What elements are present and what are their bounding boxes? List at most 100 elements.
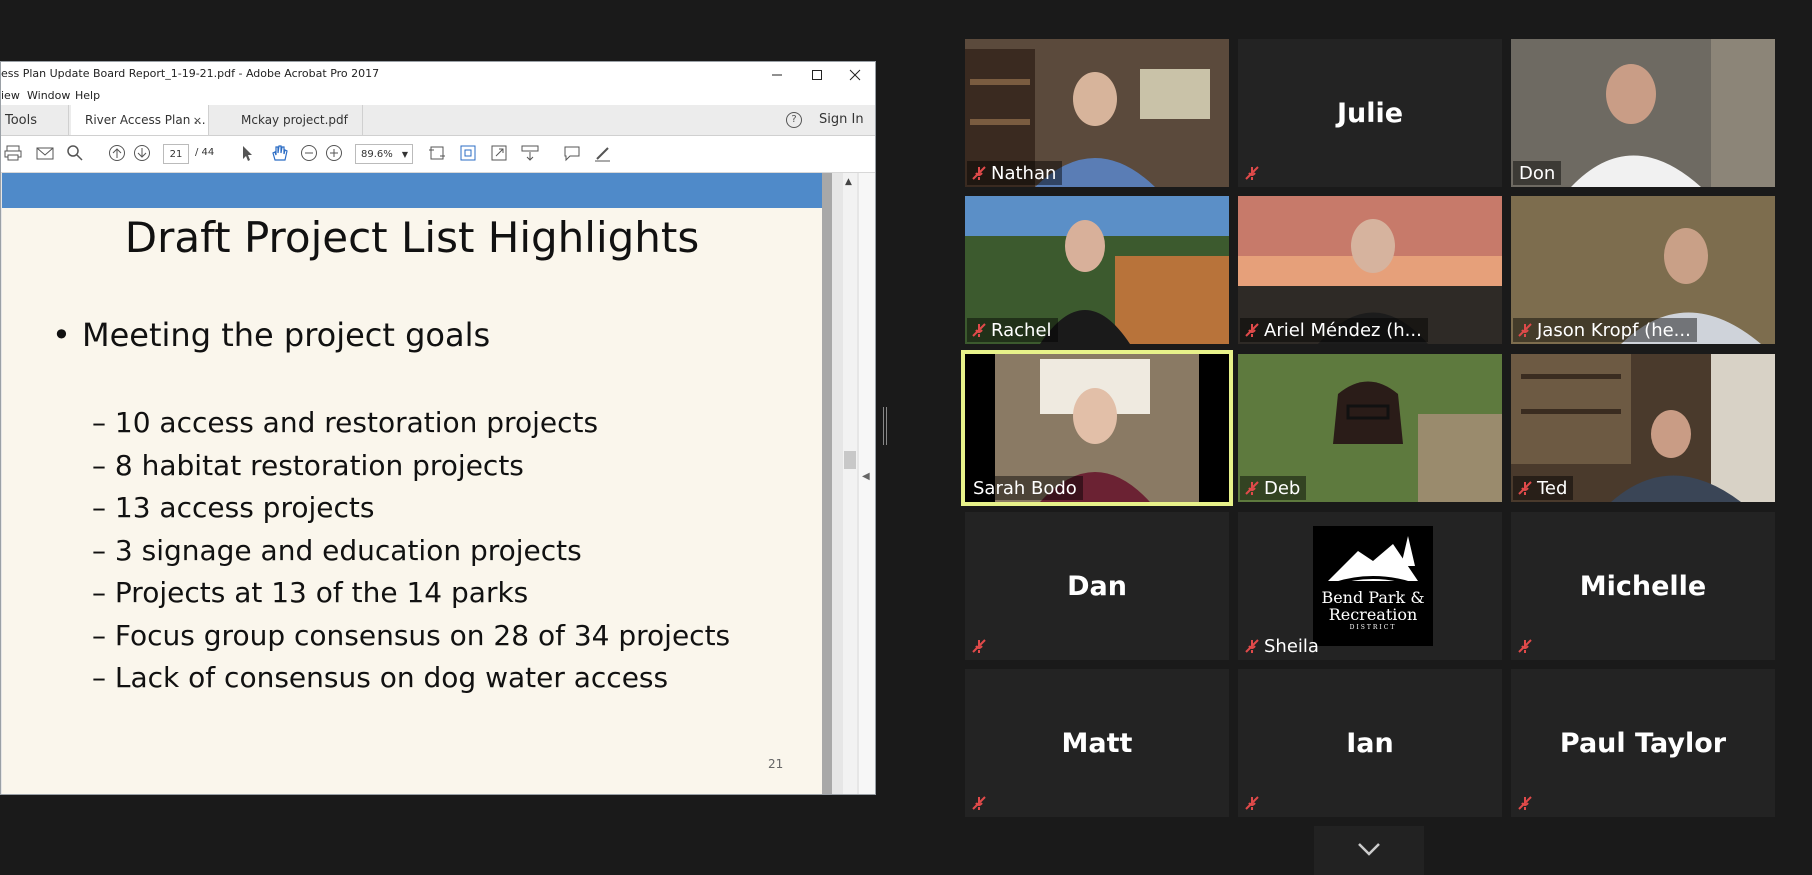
zoom-level-value: 89.6% [361, 149, 393, 160]
show-more-participants-button[interactable] [1314, 826, 1424, 875]
full-screen-icon[interactable] [489, 144, 509, 164]
participant-tile-matt[interactable]: Matt [965, 669, 1229, 817]
muted-mic-icon [967, 320, 991, 340]
document-area: Draft Project List Highlights • Meeting t… [1, 173, 875, 794]
participant-tile-nathan[interactable]: Nathan [965, 39, 1229, 187]
participant-label: Deb [1240, 476, 1307, 500]
slide-page-number: 21 [768, 757, 784, 771]
previous-page-icon[interactable] [107, 144, 127, 164]
logo-line-2: Recreation [1328, 605, 1418, 624]
sub-item: – Projects at 13 of the 14 parks [92, 576, 529, 609]
participant-label: Sheila [1240, 634, 1325, 658]
participant-name: Ariel Méndez (h... [1264, 319, 1422, 341]
scroll-up-icon[interactable]: ▲ [845, 177, 852, 187]
muted-mic-icon [1240, 320, 1264, 340]
page-number-input[interactable]: 21 [163, 144, 189, 164]
tab-bar: Tools River Access Plan ... × Mckay proj… [1, 105, 875, 136]
participant-tile-don[interactable]: Don [1511, 39, 1775, 187]
close-button[interactable] [835, 62, 875, 87]
muted-mic-icon [967, 793, 991, 813]
page-total: / 44 [195, 147, 215, 158]
crop-page-icon[interactable] [427, 144, 447, 164]
screen-share-splitter[interactable] [883, 407, 887, 445]
participant-tile-julie[interactable]: Julie [1238, 39, 1502, 187]
title-bar: ess Plan Update Board Report_1-19-21.pdf… [1, 62, 875, 87]
participant-tile-rachel[interactable]: Rachel [965, 196, 1229, 344]
participant-label [967, 791, 997, 815]
menu-window[interactable]: Window [27, 89, 70, 102]
scroll-mode-icon[interactable] [520, 144, 540, 164]
slide-page: Draft Project List Highlights • Meeting t… [2, 173, 832, 794]
participant-name-large: Michelle [1579, 570, 1707, 602]
sub-item: – 13 access projects [92, 491, 375, 524]
comment-icon[interactable] [562, 144, 582, 164]
select-cursor-icon[interactable] [237, 144, 257, 164]
close-icon [849, 69, 861, 80]
tab-tools[interactable]: Tools [1, 105, 69, 135]
menu-view[interactable]: iew [1, 89, 20, 102]
participant-label [1240, 791, 1270, 815]
participant-tile-sheila[interactable]: Bend Park & Recreation DISTRICT Sheila [1238, 512, 1502, 660]
logo-line-1: Bend Park & [1321, 588, 1425, 607]
fit-page-icon[interactable] [458, 144, 478, 164]
participant-tile-paul-taylor[interactable]: Paul Taylor [1511, 669, 1775, 817]
tab-river-access-plan[interactable]: River Access Plan ... × [71, 105, 209, 135]
participant-label: Ariel Méndez (h... [1240, 318, 1428, 342]
sub-item: – Lack of consensus on dog water access [92, 661, 669, 694]
right-pane-toggle[interactable]: ◀ [859, 173, 875, 794]
chevron-left-icon[interactable]: ◀ [862, 471, 870, 482]
menu-bar: iew Window Help [1, 87, 875, 105]
participant-label [967, 634, 997, 658]
chevron-down-icon: ▼ [401, 150, 408, 159]
slide-title: Draft Project List Highlights [124, 213, 700, 262]
minimize-icon [772, 74, 782, 75]
tab-mckay-project[interactable]: Mckay project.pdf [211, 105, 363, 135]
participant-tile-sarah-bodo[interactable]: Sarah Bodo [961, 350, 1233, 506]
zoom-level-select[interactable]: 89.6% ▼ [355, 144, 413, 164]
participant-tile-ariel[interactable]: Ariel Méndez (h... [1238, 196, 1502, 344]
maximize-button[interactable] [797, 62, 837, 87]
participant-tile-jason[interactable]: Jason Kropf (he... [1511, 196, 1775, 344]
zoom-out-icon[interactable] [299, 144, 319, 164]
participant-label [1513, 634, 1543, 658]
vertical-scrollbar[interactable]: ▲ [843, 173, 857, 794]
bend-park-logo: Bend Park & Recreation DISTRICT [1313, 526, 1433, 646]
participant-label: Don [1513, 161, 1562, 185]
tab-close-icon[interactable]: × [193, 114, 202, 127]
bullet-text: Meeting the project goals [82, 316, 491, 354]
hand-tool-icon[interactable] [269, 144, 289, 164]
participant-name: Jason Kropf (he... [1537, 319, 1691, 341]
participant-tile-michelle[interactable]: Michelle [1511, 512, 1775, 660]
scrollbar-thumb[interactable] [844, 451, 856, 469]
highlight-pen-icon[interactable] [593, 144, 613, 164]
participant-tile-ted[interactable]: Ted [1511, 354, 1775, 502]
bullet-dot: • [52, 316, 71, 354]
muted-mic-icon [1513, 636, 1537, 656]
email-icon[interactable] [35, 144, 55, 164]
sign-in-button[interactable]: Sign In [819, 112, 864, 127]
participant-name: Nathan [991, 162, 1057, 184]
participant-name-large: Julie [1336, 97, 1404, 129]
logo-line-3: DISTRICT [1349, 624, 1397, 631]
participant-tile-dan[interactable]: Dan [965, 512, 1229, 660]
menu-help[interactable]: Help [75, 89, 100, 102]
minimize-button[interactable] [757, 62, 797, 87]
next-page-icon[interactable] [132, 144, 152, 164]
zoom-in-icon[interactable] [324, 144, 344, 164]
toolbar: 21 / 44 89.6% ▼ [1, 136, 875, 173]
help-icon[interactable]: ? [786, 112, 802, 128]
participant-tile-deb[interactable]: Deb [1238, 354, 1502, 502]
muted-mic-icon [1240, 478, 1264, 498]
print-icon[interactable] [3, 144, 23, 164]
participant-name: Ted [1537, 477, 1568, 499]
muted-mic-icon [1240, 163, 1264, 183]
participant-label [1513, 791, 1543, 815]
search-icon[interactable] [65, 144, 85, 164]
chevron-down-icon [1356, 838, 1382, 862]
sub-item: – 8 habitat restoration projects [92, 449, 524, 482]
sub-item: – Focus group consensus on 28 of 34 proj… [92, 619, 731, 652]
participant-name-large: Ian [1346, 727, 1394, 759]
participant-tile-ian[interactable]: Ian [1238, 669, 1502, 817]
participant-name: Don [1519, 162, 1556, 184]
muted-mic-icon [1240, 636, 1264, 656]
